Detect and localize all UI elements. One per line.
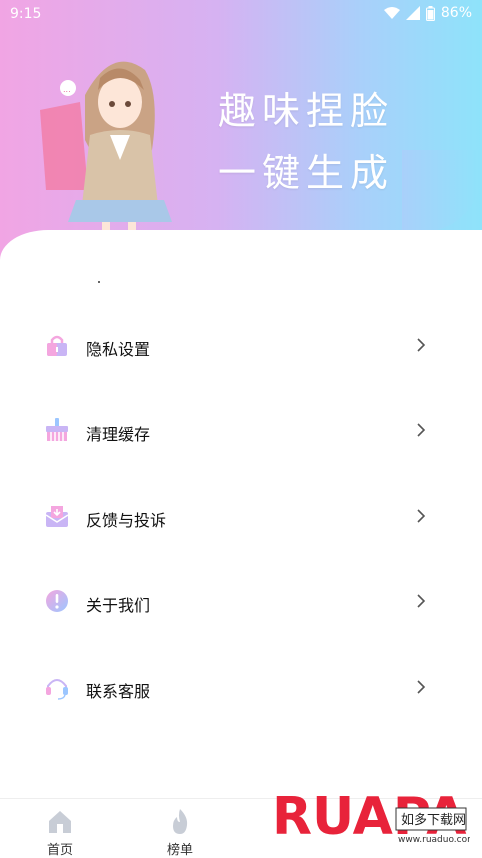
svg-text:...: ... [63, 85, 71, 94]
flame-icon [173, 809, 188, 834]
info-icon [46, 590, 68, 612]
chevron-right-icon [417, 680, 426, 694]
home-icon [49, 811, 71, 833]
wifi-icon [383, 7, 400, 19]
menu-item-label: 隐私设置 [86, 340, 151, 359]
chevron-right-icon [417, 423, 426, 437]
menu-item-label: 清理缓存 [86, 425, 151, 444]
status-icons: 86% [383, 5, 472, 21]
header-slogan: 趣味捏脸 一键生成 [218, 80, 448, 204]
broom-icon [46, 418, 68, 441]
menu-item-clear-cache[interactable]: 清理缓存 [0, 405, 482, 465]
nav-tab-label: 首页 [46, 843, 73, 858]
character-illustration: ... [40, 61, 172, 230]
nav-tab-label: 榜单 [166, 843, 193, 858]
headset-icon [46, 679, 68, 700]
decorative-dot [98, 281, 100, 283]
menu-item-label: 联系客服 [86, 682, 151, 701]
chevron-right-icon [417, 338, 426, 352]
signal-icon [405, 6, 420, 20]
lock-icon [47, 335, 67, 356]
mail-icon [45, 506, 69, 527]
menu-item-label: 反馈与投诉 [86, 511, 167, 530]
menu-item-label: 关于我们 [86, 596, 151, 615]
battery-percent: 86% [440, 5, 472, 21]
slogan-line-2: 一键生成 [218, 151, 395, 195]
chevron-right-icon [417, 594, 426, 608]
watermark-url: www.ruaduo.com [398, 835, 470, 845]
chevron-right-icon [417, 509, 426, 523]
nav-tab-ranking[interactable]: 榜单 [150, 803, 210, 858]
ruaduo-watermark-logo: RUAPADO 如多下载网 www.ruaduo.com [272, 787, 470, 847]
menu-item-privacy-settings[interactable]: 隐私设置 [0, 320, 482, 380]
menu-item-feedback[interactable]: 反馈与投诉 [0, 491, 482, 551]
nav-tab-home[interactable]: 首页 [30, 803, 90, 858]
status-bar: 9:15 86% [0, 0, 482, 28]
menu-item-customer-service[interactable]: 联系客服 [0, 662, 482, 722]
menu-item-about-us[interactable]: 关于我们 [0, 576, 482, 636]
status-time: 9:15 [10, 6, 42, 22]
watermark-subtitle: 如多下载网 [401, 812, 466, 828]
slogan-line-1: 趣味捏脸 [218, 89, 395, 133]
battery-icon [425, 5, 435, 21]
